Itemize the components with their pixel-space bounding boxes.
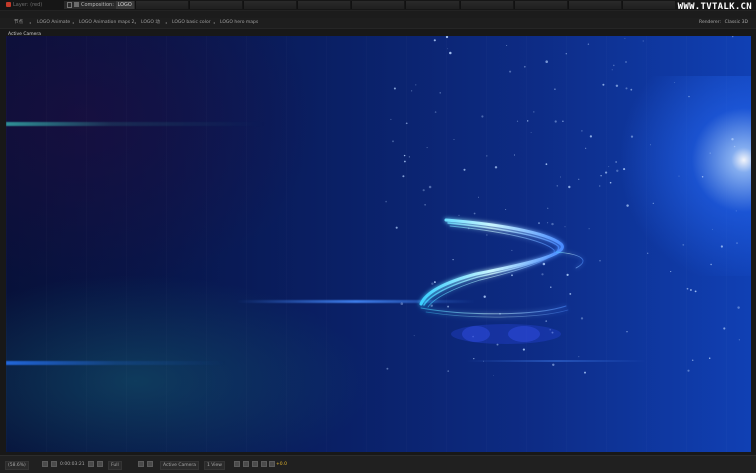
tab-thumb[interactable]	[405, 1, 459, 9]
crumb-separator-icon: ◂	[165, 20, 168, 25]
tab-thumb[interactable]	[243, 1, 297, 9]
show-snapshot-icon[interactable]	[97, 461, 103, 467]
region-of-interest-icon[interactable]	[138, 461, 144, 467]
crumb-item[interactable]: LOGO hero maps	[220, 19, 258, 27]
layer-tab-label: Layer: (red)	[13, 2, 43, 8]
snapshot-icon[interactable]	[88, 461, 94, 467]
crumb-item[interactable]: LOGO Animate	[37, 19, 70, 27]
panel-tab-bar: Layer: (red) Composition: LOGO▾ WWW.TVTA…	[0, 0, 756, 12]
camera-dropdown[interactable]: Active Camera	[160, 461, 200, 470]
tab-thumb[interactable]	[351, 1, 405, 9]
logo-swoosh	[419, 218, 584, 344]
tab-thumb[interactable]	[297, 1, 351, 9]
composition-icon	[74, 2, 79, 7]
browser-tab-strip	[135, 1, 675, 9]
layer-panel-tab[interactable]: Layer: (red)	[6, 1, 42, 9]
crumb-separator-icon: ◂	[29, 20, 32, 25]
pixel-aspect-icon[interactable]	[234, 461, 240, 467]
composition-panel-tab[interactable]: Composition: LOGO▾	[64, 1, 142, 9]
renderer-dropdown[interactable]: Classic 3D	[725, 19, 748, 27]
tab-thumb[interactable]	[459, 1, 513, 9]
crumb-item[interactable]: LOGO basic color	[172, 19, 211, 27]
comp-tab-prefix: Composition:	[81, 2, 114, 8]
tab-thumb[interactable]	[621, 1, 675, 9]
tab-thumb[interactable]	[135, 1, 189, 9]
composition-navigator: 节点 ◂ LOGO Animate ◂ LOGO Animation maps …	[0, 18, 756, 29]
watermark: WWW.TVTALK.CN	[677, 2, 752, 12]
layer-icon	[6, 2, 11, 7]
fast-preview-icon[interactable]	[243, 461, 249, 467]
crumb-separator-icon: ◂	[134, 20, 137, 25]
tab-thumb[interactable]	[189, 1, 243, 9]
crumb-separator-icon: ◂	[213, 20, 216, 25]
view-value: 1 View	[204, 461, 225, 470]
zoom-dropdown[interactable]: (58.6%)	[5, 461, 29, 470]
camera-value: Active Camera	[160, 461, 200, 470]
viewport-canvas[interactable]	[6, 36, 751, 452]
active-camera-label: Active Camera	[8, 32, 42, 37]
resolution-dropdown[interactable]: Full	[108, 461, 122, 470]
crumb-separator-icon: ◂	[72, 20, 75, 25]
exposure-value[interactable]: +0.0	[276, 461, 287, 468]
lock-icon[interactable]	[67, 1, 72, 8]
reset-exposure-icon[interactable]	[269, 461, 275, 467]
crumb-item[interactable]: 节点	[14, 19, 23, 27]
crumb-item[interactable]: LOGO 动	[141, 19, 160, 27]
tab-thumb[interactable]	[567, 1, 621, 9]
resolution-value: Full	[108, 461, 122, 470]
timecode[interactable]: 0:00:03:21	[60, 461, 85, 468]
crumb-item[interactable]: LOGO Animation maps 2	[79, 19, 134, 27]
timeline-icon[interactable]	[252, 461, 258, 467]
tab-thumb[interactable]	[513, 1, 567, 9]
safe-zones-icon[interactable]	[42, 461, 48, 467]
zoom-value: (58.6%)	[5, 461, 29, 470]
flowchart-icon[interactable]	[261, 461, 267, 467]
comp-tab-name: LOGO	[115, 1, 134, 9]
renderer-label: Renderer:	[699, 20, 721, 25]
transparency-grid-icon[interactable]	[147, 461, 153, 467]
viewer-control-bar: (58.6%) 0:00:03:21 Full Active Camera 1 …	[0, 455, 756, 473]
view-layout-dropdown[interactable]: 1 View	[204, 461, 225, 470]
star-particles	[385, 36, 741, 376]
grid-icon[interactable]	[51, 461, 57, 467]
